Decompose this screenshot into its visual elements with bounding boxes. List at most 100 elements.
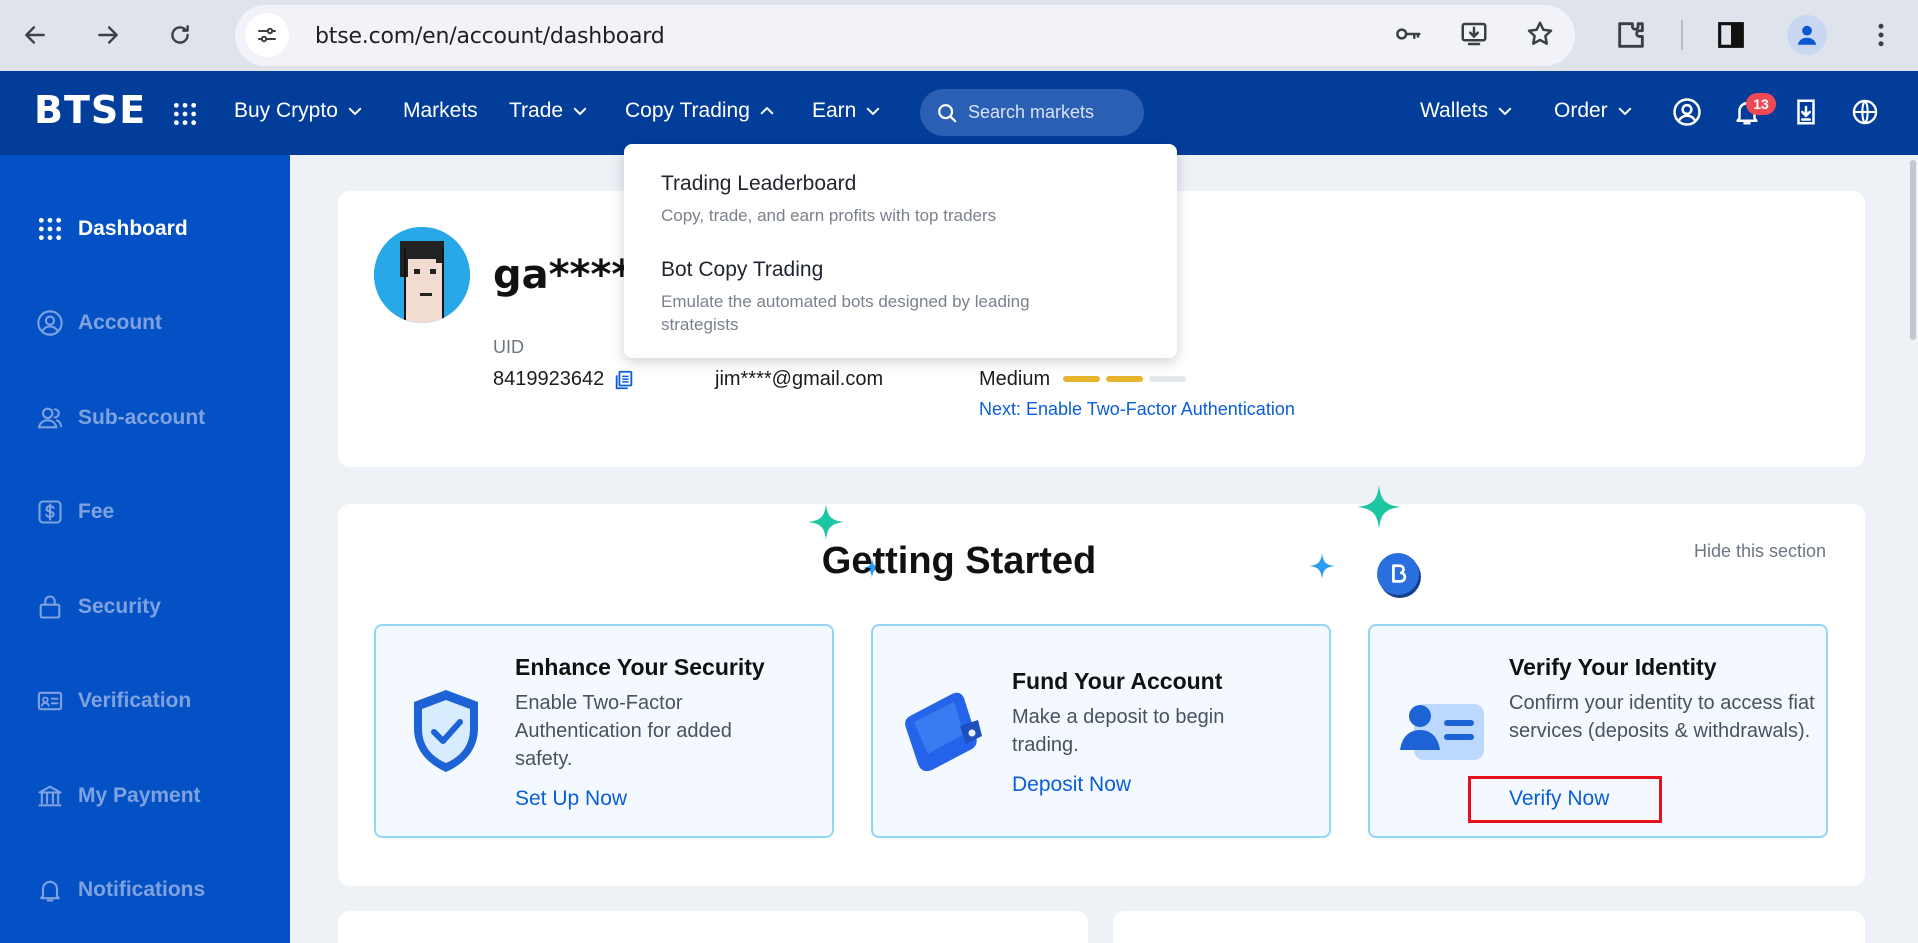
back-button[interactable] bbox=[12, 12, 58, 58]
sidebar-item-fee[interactable]: Fee bbox=[36, 498, 114, 526]
user-circle-icon bbox=[36, 309, 64, 337]
menu-item-bot-copy-trading[interactable]: Bot Copy Trading Emulate the automated b… bbox=[624, 248, 1177, 348]
apps-grid-icon[interactable] bbox=[172, 101, 198, 127]
download-icon bbox=[1797, 99, 1815, 125]
install-app-icon[interactable] bbox=[1459, 19, 1489, 49]
nav-copy-trading[interactable]: Copy Trading bbox=[625, 99, 776, 123]
address-bar[interactable]: btse.com/en/account/dashboard bbox=[235, 5, 1575, 66]
profile-button[interactable] bbox=[1787, 15, 1827, 55]
btse-logo[interactable]: BTSE bbox=[34, 88, 146, 132]
users-icon bbox=[36, 404, 64, 432]
security-card-description: Enable Two-Factor Authentication for add… bbox=[515, 692, 732, 770]
side-panel-icon[interactable] bbox=[1714, 18, 1748, 52]
nav-buy-crypto[interactable]: Buy Crypto bbox=[234, 99, 364, 123]
menu-item-trading-leaderboard[interactable]: Trading Leaderboard Copy, trade, and ear… bbox=[624, 162, 1177, 234]
id-card-icon bbox=[1400, 704, 1484, 760]
nav-buy-crypto-label: Buy Crypto bbox=[234, 99, 338, 122]
account-button[interactable] bbox=[1671, 96, 1703, 128]
nav-wallets[interactable]: Wallets bbox=[1420, 99, 1514, 123]
security-bar-3 bbox=[1149, 376, 1186, 382]
chevron-down-icon bbox=[573, 107, 587, 115]
email-value: jim****@gmail.com bbox=[715, 368, 884, 390]
nav-trade-label: Trade bbox=[509, 99, 564, 122]
uid-value: 8419923642 bbox=[493, 368, 605, 390]
chevron-down-icon bbox=[348, 107, 362, 115]
sidebar-item-security[interactable]: Security bbox=[36, 593, 161, 621]
site-info-button[interactable] bbox=[245, 13, 289, 57]
sidebar-item-sub-account[interactable]: Sub-account bbox=[36, 404, 205, 432]
star-icon[interactable] bbox=[1525, 19, 1555, 49]
language-button[interactable] bbox=[1849, 96, 1881, 128]
sidebar-item-label: Security bbox=[78, 595, 161, 618]
nav-earn-label: Earn bbox=[812, 99, 857, 122]
search-icon bbox=[938, 103, 957, 122]
sparkle-icon bbox=[1357, 485, 1401, 529]
globe-icon bbox=[1852, 99, 1878, 125]
tune-icon bbox=[258, 27, 276, 43]
nav-copy-trading-label: Copy Trading bbox=[625, 99, 750, 122]
sidebar-item-notifications[interactable]: Notifications bbox=[36, 876, 205, 904]
pixel-avatar-icon bbox=[374, 227, 470, 323]
sidebar-item-label: Dashboard bbox=[78, 217, 188, 240]
nav-order[interactable]: Order bbox=[1554, 99, 1634, 123]
fund-card-title: Fund Your Account bbox=[1012, 668, 1223, 694]
browser-toolbar: btse.com/en/account/dashboard bbox=[0, 0, 1918, 71]
id-card-icon bbox=[36, 687, 64, 715]
arrow-left-icon bbox=[25, 26, 45, 44]
grid-icon bbox=[36, 215, 64, 243]
download-button[interactable] bbox=[1790, 96, 1822, 128]
verify-card-description: Confirm your identity to access fiat ser… bbox=[1509, 692, 1815, 742]
menu-item-title: Bot Copy Trading bbox=[661, 258, 824, 281]
notification-count-badge: 13 bbox=[1746, 93, 1776, 115]
extensions-icon[interactable] bbox=[1614, 18, 1648, 52]
menu-item-description: Copy, trade, and earn profits with top t… bbox=[661, 206, 997, 225]
wallet-icon bbox=[905, 692, 982, 772]
bottom-right-card bbox=[1113, 911, 1865, 943]
sidebar-item-my-payment[interactable]: My Payment bbox=[36, 782, 201, 810]
sidebar-item-label: Account bbox=[78, 311, 162, 334]
shield-check-icon bbox=[414, 690, 478, 772]
reload-button[interactable] bbox=[157, 12, 203, 58]
sidebar-item-label: Verification bbox=[78, 689, 192, 712]
deposit-now-link[interactable]: Deposit Now bbox=[1012, 773, 1131, 797]
security-card-title: Enhance Your Security bbox=[515, 654, 765, 680]
next-step-link[interactable]: Next: Enable Two-Factor Authentication bbox=[979, 399, 1295, 420]
nav-earn[interactable]: Earn bbox=[812, 99, 882, 123]
chevron-down-icon bbox=[1618, 107, 1631, 115]
nav-markets-label: Markets bbox=[403, 99, 478, 122]
hide-section-link[interactable]: Hide this section bbox=[1694, 541, 1826, 562]
avatar bbox=[374, 227, 470, 323]
getting-started-title: Getting Started bbox=[821, 540, 1097, 582]
search-placeholder: Search markets bbox=[968, 102, 1095, 122]
copy-icon[interactable] bbox=[613, 368, 635, 392]
menu-item-description: Emulate the automated bots designed by l… bbox=[661, 292, 1030, 334]
person-icon bbox=[1797, 25, 1817, 45]
user-circle-icon bbox=[1673, 98, 1701, 126]
more-vert-icon[interactable] bbox=[1866, 18, 1896, 52]
menu-item-title: Trading Leaderboard bbox=[661, 172, 857, 195]
chevron-down-icon bbox=[867, 107, 880, 115]
security-level: Medium bbox=[979, 368, 1051, 390]
page-scrollbar[interactable] bbox=[1910, 160, 1916, 340]
reload-icon bbox=[171, 25, 189, 44]
forward-button[interactable] bbox=[85, 12, 131, 58]
sidebar-item-verification[interactable]: Verification bbox=[36, 687, 191, 715]
nav-order-label: Order bbox=[1554, 99, 1608, 122]
url-text[interactable]: btse.com/en/account/dashboard bbox=[315, 24, 665, 49]
toolbar-divider bbox=[1681, 20, 1683, 50]
uid-label: UID bbox=[493, 337, 524, 357]
search-markets-input[interactable]: Search markets bbox=[920, 89, 1144, 136]
bottom-left-card bbox=[338, 911, 1088, 943]
sidebar-item-dashboard[interactable]: Dashboard bbox=[36, 215, 188, 243]
nav-trade[interactable]: Trade bbox=[509, 99, 589, 123]
key-icon[interactable] bbox=[1393, 19, 1423, 49]
sidebar-item-account[interactable]: Account bbox=[36, 309, 162, 337]
sparkle-icon bbox=[808, 504, 844, 540]
dollar-icon bbox=[36, 498, 64, 526]
nav-markets[interactable]: Markets bbox=[403, 99, 478, 123]
verify-now-highlight bbox=[1468, 776, 1662, 823]
sidebar-item-label: Fee bbox=[78, 500, 115, 523]
set-up-now-link[interactable]: Set Up Now bbox=[515, 787, 627, 811]
nav-wallets-label: Wallets bbox=[1420, 99, 1489, 122]
security-bar-2 bbox=[1106, 376, 1143, 382]
